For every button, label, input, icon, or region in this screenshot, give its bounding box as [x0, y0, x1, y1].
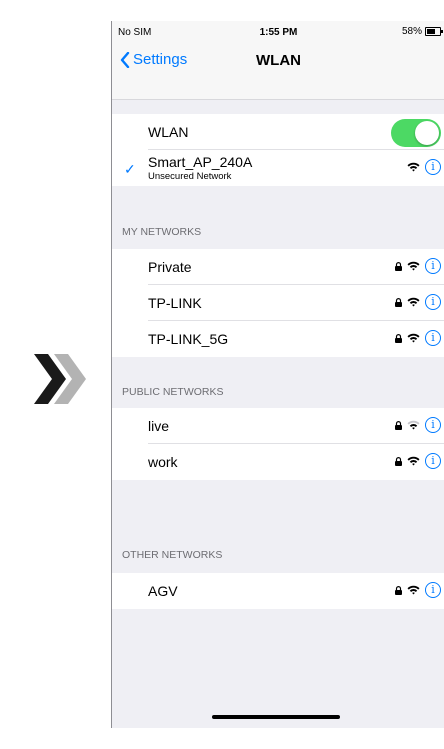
page-title: WLAN [256, 52, 301, 69]
wifi-icon [407, 333, 420, 343]
wlan-toggle-row: WLAN [112, 114, 444, 150]
network-name: Smart_AP_240A [148, 154, 253, 170]
wifi-icon [407, 420, 420, 430]
network-name: TP-LINK_5G [148, 331, 229, 347]
battery-icon [425, 27, 443, 36]
wifi-icon [407, 162, 420, 172]
info-button[interactable]: i [425, 453, 441, 469]
info-button[interactable]: i [425, 294, 441, 310]
clock: 1:55 PM [259, 27, 298, 38]
network-row[interactable]: AGV i [112, 573, 444, 609]
wifi-icon [407, 456, 420, 466]
other-networks-group: AGV i [112, 573, 444, 609]
network-name: live [148, 418, 170, 434]
lock-icon [395, 333, 402, 343]
network-row[interactable]: TP-LINK i [112, 285, 444, 321]
navigation-bar: Settings WLAN [112, 41, 444, 100]
network-security: Unsecured Network [148, 171, 232, 182]
lock-icon [395, 297, 402, 307]
info-button[interactable]: i [425, 582, 441, 598]
section-header-my-networks: MY NETWORKS [122, 226, 202, 238]
wifi-icon [407, 297, 420, 307]
wlan-group: WLAN ✓ Smart_AP_240A Unsecured Network i [112, 114, 444, 186]
network-name: AGV [148, 583, 178, 599]
status-bar: No SIM 1:55 PM 58% [112, 21, 444, 41]
phone-screen: No SIM 1:55 PM 58% Settings WLAN WLAN ✓ … [111, 21, 444, 728]
info-button[interactable]: i [425, 159, 441, 175]
wifi-icon [407, 585, 420, 595]
lock-icon [395, 261, 402, 271]
battery-percent: 58% [401, 26, 422, 37]
section-header-public-networks: PUBLIC NETWORKS [122, 386, 224, 398]
connected-network-row[interactable]: ✓ Smart_AP_240A Unsecured Network i [112, 150, 444, 186]
home-indicator[interactable] [212, 715, 340, 719]
my-networks-group: Private i TP-LINK i TP-LINK_5G i [112, 249, 444, 357]
network-row[interactable]: live i [112, 408, 444, 444]
network-name: TP-LINK [148, 295, 202, 311]
wlan-toggle[interactable] [391, 119, 441, 147]
info-button[interactable]: i [425, 330, 441, 346]
network-row[interactable]: Private i [112, 249, 444, 285]
section-header-other-networks: OTHER NETWORKS [122, 549, 223, 561]
info-button[interactable]: i [425, 258, 441, 274]
lock-icon [395, 585, 402, 595]
lock-icon [395, 456, 402, 466]
network-row[interactable]: work i [112, 444, 444, 480]
network-name: work [148, 454, 178, 470]
info-button[interactable]: i [425, 417, 441, 433]
forward-arrows-icon [34, 354, 86, 404]
network-name: Private [148, 259, 192, 275]
wlan-label: WLAN [148, 124, 189, 140]
wifi-icon [407, 261, 420, 271]
lock-icon [395, 420, 402, 430]
checkmark-icon: ✓ [124, 161, 136, 177]
public-networks-group: live i work i [112, 408, 444, 480]
network-row[interactable]: TP-LINK_5G i [112, 321, 444, 357]
